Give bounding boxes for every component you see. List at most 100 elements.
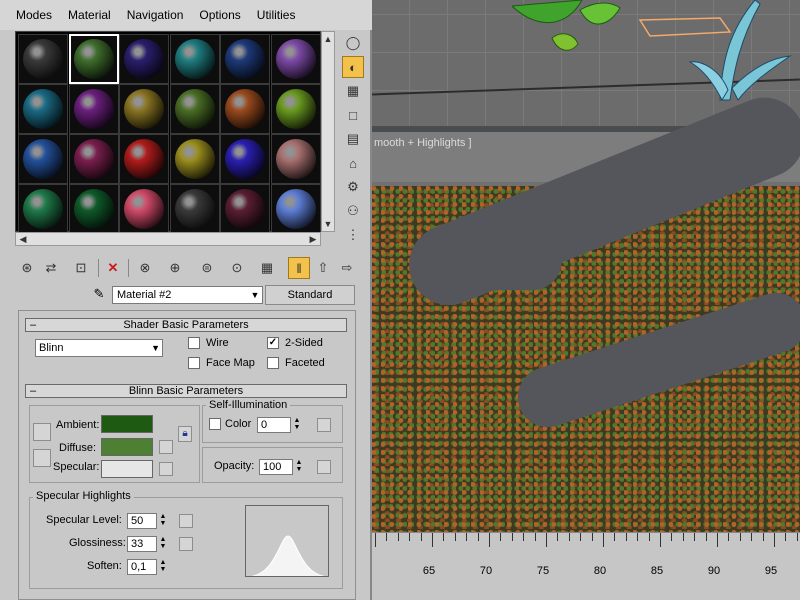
collapse-icon[interactable]: –	[30, 385, 36, 397]
viewport-label[interactable]: mooth + Highlights ]	[374, 137, 472, 149]
spinner-arrows-icon[interactable]: ▲ ▼	[158, 513, 168, 529]
menu-navigation[interactable]: Navigation	[119, 8, 192, 22]
material-slot[interactable]	[270, 184, 321, 234]
material-id-channel-icon[interactable]: ⊙	[226, 257, 248, 279]
collapse-icon[interactable]: –	[30, 319, 36, 331]
two-sided-checkbox[interactable]: ✓	[267, 337, 279, 349]
soften-spinner[interactable]: 0,1	[127, 559, 157, 575]
make-unique-icon[interactable]: ⊕	[164, 257, 186, 279]
show-end-result-icon[interactable]: ‖	[288, 257, 310, 279]
slots-vertical-scrollbar[interactable]: ▲ ▼	[321, 31, 335, 232]
face-map-checkbox[interactable]	[188, 357, 200, 369]
spinner-arrows-icon[interactable]: ▲ ▼	[158, 559, 168, 575]
material-slot[interactable]	[68, 184, 119, 234]
material-slot[interactable]	[68, 134, 119, 184]
specular-level-map-button[interactable]	[179, 514, 193, 528]
ruler-label: 75	[536, 565, 550, 577]
material-slot[interactable]	[18, 84, 68, 134]
self-illum-map-button[interactable]	[317, 418, 331, 432]
lock-diffuse-specular-icon[interactable]	[33, 449, 51, 467]
material-type-button[interactable]: Standard	[265, 285, 355, 305]
options-icon[interactable]: ⚙	[342, 176, 364, 198]
chevron-down-icon[interactable]: ▼	[322, 218, 334, 230]
chevron-down-icon[interactable]: ▼	[151, 340, 160, 356]
material-slot[interactable]	[119, 184, 169, 234]
spinner-arrows-icon[interactable]: ▲ ▼	[292, 417, 302, 433]
material-slot[interactable]	[68, 34, 119, 84]
get-material-icon[interactable]: ⊛	[16, 257, 38, 279]
slots-horizontal-scrollbar[interactable]: ◀ ▶	[15, 232, 321, 246]
material-map-navigator-icon[interactable]: ⋮	[342, 224, 364, 246]
put-material-to-scene-icon[interactable]: ⇄	[40, 257, 62, 279]
material-slot[interactable]	[18, 34, 68, 84]
material-slot[interactable]	[220, 84, 270, 134]
glossiness-map-button[interactable]	[179, 537, 193, 551]
spinner-arrows-icon[interactable]: ▲ ▼	[158, 536, 168, 552]
blinn-rollout-header[interactable]: – Blinn Basic Parameters	[25, 384, 347, 398]
self-illum-spinner[interactable]: 0	[257, 417, 291, 433]
faceted-checkbox[interactable]	[267, 357, 279, 369]
specular-color-swatch[interactable]	[101, 460, 153, 478]
material-slot[interactable]	[18, 134, 68, 184]
opacity-map-button[interactable]	[317, 460, 331, 474]
glossiness-spinner[interactable]: 33	[127, 536, 157, 552]
material-slot[interactable]	[68, 84, 119, 134]
material-slot[interactable]	[169, 34, 220, 84]
eyedropper-icon[interactable]: ✎	[90, 286, 108, 304]
backlight-icon[interactable]: ◐	[342, 56, 364, 78]
diffuse-map-button[interactable]	[159, 440, 173, 454]
specular-map-button[interactable]	[159, 462, 173, 476]
chevron-down-icon[interactable]: ▼	[248, 287, 262, 303]
scene-viewport[interactable]: mooth + Highlights ] 65 70 75 80 85 90 95	[372, 0, 800, 600]
make-material-copy-icon[interactable]: ⊗	[134, 257, 156, 279]
opacity-spinner[interactable]: 100	[259, 459, 293, 475]
wire-checkbox[interactable]	[188, 337, 200, 349]
reset-map-icon[interactable]: ✕	[102, 257, 124, 279]
assign-material-icon[interactable]: ⊡	[70, 257, 92, 279]
go-to-parent-icon[interactable]: ⇧	[312, 257, 334, 279]
lock-icon[interactable]: 🔒︎	[178, 426, 192, 442]
ruler-tick	[796, 533, 798, 541]
material-slot[interactable]	[169, 84, 220, 134]
material-slot[interactable]	[270, 84, 321, 134]
chevron-left-icon[interactable]: ◀	[17, 233, 29, 245]
diffuse-color-swatch[interactable]	[101, 438, 153, 456]
material-slot[interactable]	[220, 184, 270, 234]
timeline-ruler[interactable]: 65 70 75 80 85 90 95	[372, 532, 800, 600]
material-slot[interactable]	[119, 84, 169, 134]
chevron-right-icon[interactable]: ▶	[307, 233, 319, 245]
material-slot[interactable]	[220, 34, 270, 84]
ambient-color-swatch[interactable]	[101, 415, 153, 433]
material-slot[interactable]	[119, 34, 169, 84]
specular-level-spinner[interactable]: 50	[127, 513, 157, 529]
go-forward-sibling-icon[interactable]: ⇨	[336, 257, 358, 279]
self-illum-color-checkbox[interactable]	[209, 418, 221, 430]
material-slot[interactable]	[270, 34, 321, 84]
menu-utilities[interactable]: Utilities	[249, 8, 304, 22]
material-slot[interactable]	[119, 134, 169, 184]
shader-dropdown[interactable]: Blinn ▼	[35, 339, 163, 357]
material-name-field[interactable]: Material #2	[112, 286, 263, 304]
material-slot[interactable]	[18, 184, 68, 234]
menu-material[interactable]: Material	[60, 8, 119, 22]
material-slot[interactable]	[220, 134, 270, 184]
show-map-in-viewport-icon[interactable]: ▦	[256, 257, 278, 279]
material-slot[interactable]	[270, 134, 321, 184]
material-sphere-preview	[124, 189, 164, 229]
chevron-up-icon[interactable]: ▲	[322, 33, 334, 45]
background-checker-icon[interactable]: ▦	[342, 80, 364, 102]
material-slot[interactable]	[169, 184, 220, 234]
sample-uv-tiling-icon[interactable]: □	[342, 104, 364, 126]
put-to-library-icon[interactable]: ⊜	[196, 257, 218, 279]
lock-ambient-diffuse-icon[interactable]	[33, 423, 51, 441]
material-sphere-preview	[73, 189, 114, 229]
menu-options[interactable]: Options	[191, 8, 248, 22]
video-color-check-icon[interactable]: ▤	[342, 128, 364, 150]
sample-type-sphere-icon[interactable]: ◯	[342, 32, 364, 54]
material-slot[interactable]	[169, 134, 220, 184]
shader-rollout-header[interactable]: – Shader Basic Parameters	[25, 318, 347, 332]
select-by-material-icon[interactable]: ⚇	[342, 200, 364, 222]
make-preview-icon[interactable]: ⌂	[342, 152, 364, 174]
spinner-arrows-icon[interactable]: ▲ ▼	[294, 459, 304, 475]
menu-modes[interactable]: Modes	[8, 8, 60, 22]
